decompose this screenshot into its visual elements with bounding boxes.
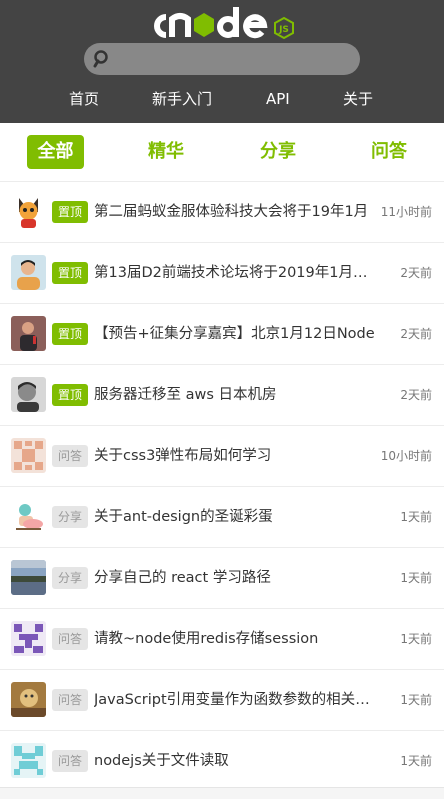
topic-title[interactable]: 第13届D2前端技术论坛将于2019年1月5日	[94, 261, 376, 285]
topic-time: 1天前	[400, 571, 432, 585]
topic-list: 置顶 第二届蚂蚁金服体验科技大会将于19年1月 11小时前 置顶 第13届D2前…	[0, 181, 444, 791]
topic-title[interactable]: 分享自己的 react 学习路径	[94, 566, 376, 590]
search-bar[interactable]	[84, 43, 360, 75]
cat-avatar[interactable]	[11, 194, 46, 229]
topic-title[interactable]: 第二届蚂蚁金服体验科技大会将于19年1月	[94, 200, 376, 224]
topic-time: 10小时前	[380, 449, 432, 463]
identicon-avatar[interactable]	[11, 743, 46, 778]
cartoon-avatar[interactable]	[11, 499, 46, 534]
man-photo-avatar[interactable]	[11, 255, 46, 290]
topic-row[interactable]: 问答 JavaScript引用变量作为函数参数的相关问题 1天前	[0, 669, 444, 730]
topic-title[interactable]: 关于css3弹性布局如何学习	[94, 444, 376, 468]
nav-home[interactable]: 首页	[69, 88, 99, 110]
nav-getstart[interactable]: 新手入门	[152, 88, 212, 110]
topic-row[interactable]: 置顶 【预告+征集分享嘉宾】北京1月12日Node 2天前	[0, 303, 444, 364]
badge-share: 分享	[52, 567, 88, 589]
tab-ask[interactable]: 问答	[363, 135, 415, 169]
badge-share: 分享	[52, 506, 88, 528]
header: JS 首页 新手入门 API 关于	[0, 0, 444, 123]
speaker-photo-avatar[interactable]	[11, 316, 46, 351]
topic-title[interactable]: 请教~node使用redis存储session	[94, 627, 376, 651]
identicon-avatar[interactable]	[11, 621, 46, 656]
topic-time: 1天前	[400, 510, 432, 524]
photo-avatar[interactable]	[11, 682, 46, 717]
topic-title[interactable]: 关于ant-design的圣诞彩蛋	[94, 505, 376, 529]
badge-ask: 问答	[52, 750, 88, 772]
topic-time: 2天前	[400, 388, 432, 402]
identicon-avatar[interactable]	[11, 438, 46, 473]
search-icon	[93, 50, 108, 68]
list-footer-divider	[0, 787, 444, 799]
top-nav: 首页 新手入门 API 关于	[0, 88, 444, 110]
landscape-avatar[interactable]	[11, 560, 46, 595]
topic-time: 2天前	[400, 327, 432, 341]
tab-share[interactable]: 分享	[252, 135, 304, 169]
badge-top: 置顶	[52, 323, 88, 345]
topic-row[interactable]: 问答 请教~node使用redis存储session 1天前	[0, 608, 444, 669]
topic-row[interactable]: 置顶 第13届D2前端技术论坛将于2019年1月5日 2天前	[0, 242, 444, 303]
nav-about[interactable]: 关于	[343, 88, 373, 110]
topic-row[interactable]: 置顶 服务器迁移至 aws 日本机房 2天前	[0, 364, 444, 425]
topic-row[interactable]: 置顶 第二届蚂蚁金服体验科技大会将于19年1月 11小时前	[0, 181, 444, 242]
badge-top: 置顶	[52, 262, 88, 284]
logo-badge: JS	[278, 25, 289, 35]
badge-top: 置顶	[52, 201, 88, 223]
badge-ask: 问答	[52, 689, 88, 711]
topic-row[interactable]: 问答 关于css3弹性布局如何学习 10小时前	[0, 425, 444, 486]
cnode-logo[interactable]: JS	[0, 3, 444, 43]
topic-tabs: 全部 精华 分享 问答	[0, 123, 444, 181]
topic-row[interactable]: 分享 分享自己的 react 学习路径 1天前	[0, 547, 444, 608]
nav-api[interactable]: API	[266, 88, 290, 110]
badge-ask: 问答	[52, 445, 88, 467]
tab-good[interactable]: 精华	[140, 135, 192, 169]
topic-time: 1天前	[400, 632, 432, 646]
topic-row[interactable]: 分享 关于ant-design的圣诞彩蛋 1天前	[0, 486, 444, 547]
bw-portrait-avatar[interactable]	[11, 377, 46, 412]
badge-ask: 问答	[52, 628, 88, 650]
topic-time: 1天前	[400, 754, 432, 768]
topic-title[interactable]: 服务器迁移至 aws 日本机房	[94, 383, 376, 407]
topic-title[interactable]: JavaScript引用变量作为函数参数的相关问题	[94, 688, 376, 712]
topic-row[interactable]: 问答 nodejs关于文件读取 1天前	[0, 730, 444, 791]
tab-all[interactable]: 全部	[27, 135, 84, 169]
topic-title[interactable]: 【预告+征集分享嘉宾】北京1月12日Node	[94, 322, 376, 346]
topic-title[interactable]: nodejs关于文件读取	[94, 749, 376, 773]
topic-time: 1天前	[400, 693, 432, 707]
topic-time: 11小时前	[380, 205, 432, 219]
badge-top: 置顶	[52, 384, 88, 406]
topic-time: 2天前	[400, 266, 432, 280]
